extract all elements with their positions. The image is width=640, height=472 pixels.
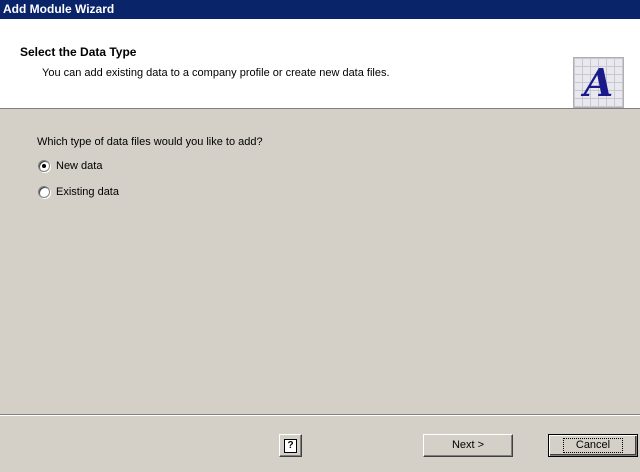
data-type-question: Which type of data files would you like … xyxy=(37,136,263,148)
help-icon: ? xyxy=(284,439,297,453)
radio-label-new-data[interactable]: New data xyxy=(56,160,102,172)
next-button[interactable]: Next > xyxy=(423,434,513,457)
next-button-label: Next > xyxy=(451,439,485,451)
radio-existing-data[interactable]: Existing data xyxy=(38,186,119,198)
cancel-button[interactable]: Cancel xyxy=(548,434,638,457)
radio-new-data[interactable]: New data xyxy=(38,160,102,172)
radio-selected-dot xyxy=(42,164,46,168)
wizard-header: Select the Data Type You can add existin… xyxy=(0,19,640,109)
app-logo-icon: A xyxy=(573,57,624,108)
window-title: Add Module Wizard xyxy=(3,2,115,16)
page-subtitle: You can add existing data to a company p… xyxy=(42,67,390,79)
cancel-button-label: Cancel xyxy=(562,438,624,453)
help-button[interactable]: ? xyxy=(279,434,302,457)
page-title: Select the Data Type xyxy=(20,45,137,59)
title-bar: Add Module Wizard xyxy=(0,0,640,19)
radio-button-icon[interactable] xyxy=(38,160,50,172)
radio-label-existing-data[interactable]: Existing data xyxy=(56,186,119,198)
footer-divider xyxy=(0,414,640,416)
radio-button-icon[interactable] xyxy=(38,186,50,198)
logo-letter: A xyxy=(583,60,614,105)
